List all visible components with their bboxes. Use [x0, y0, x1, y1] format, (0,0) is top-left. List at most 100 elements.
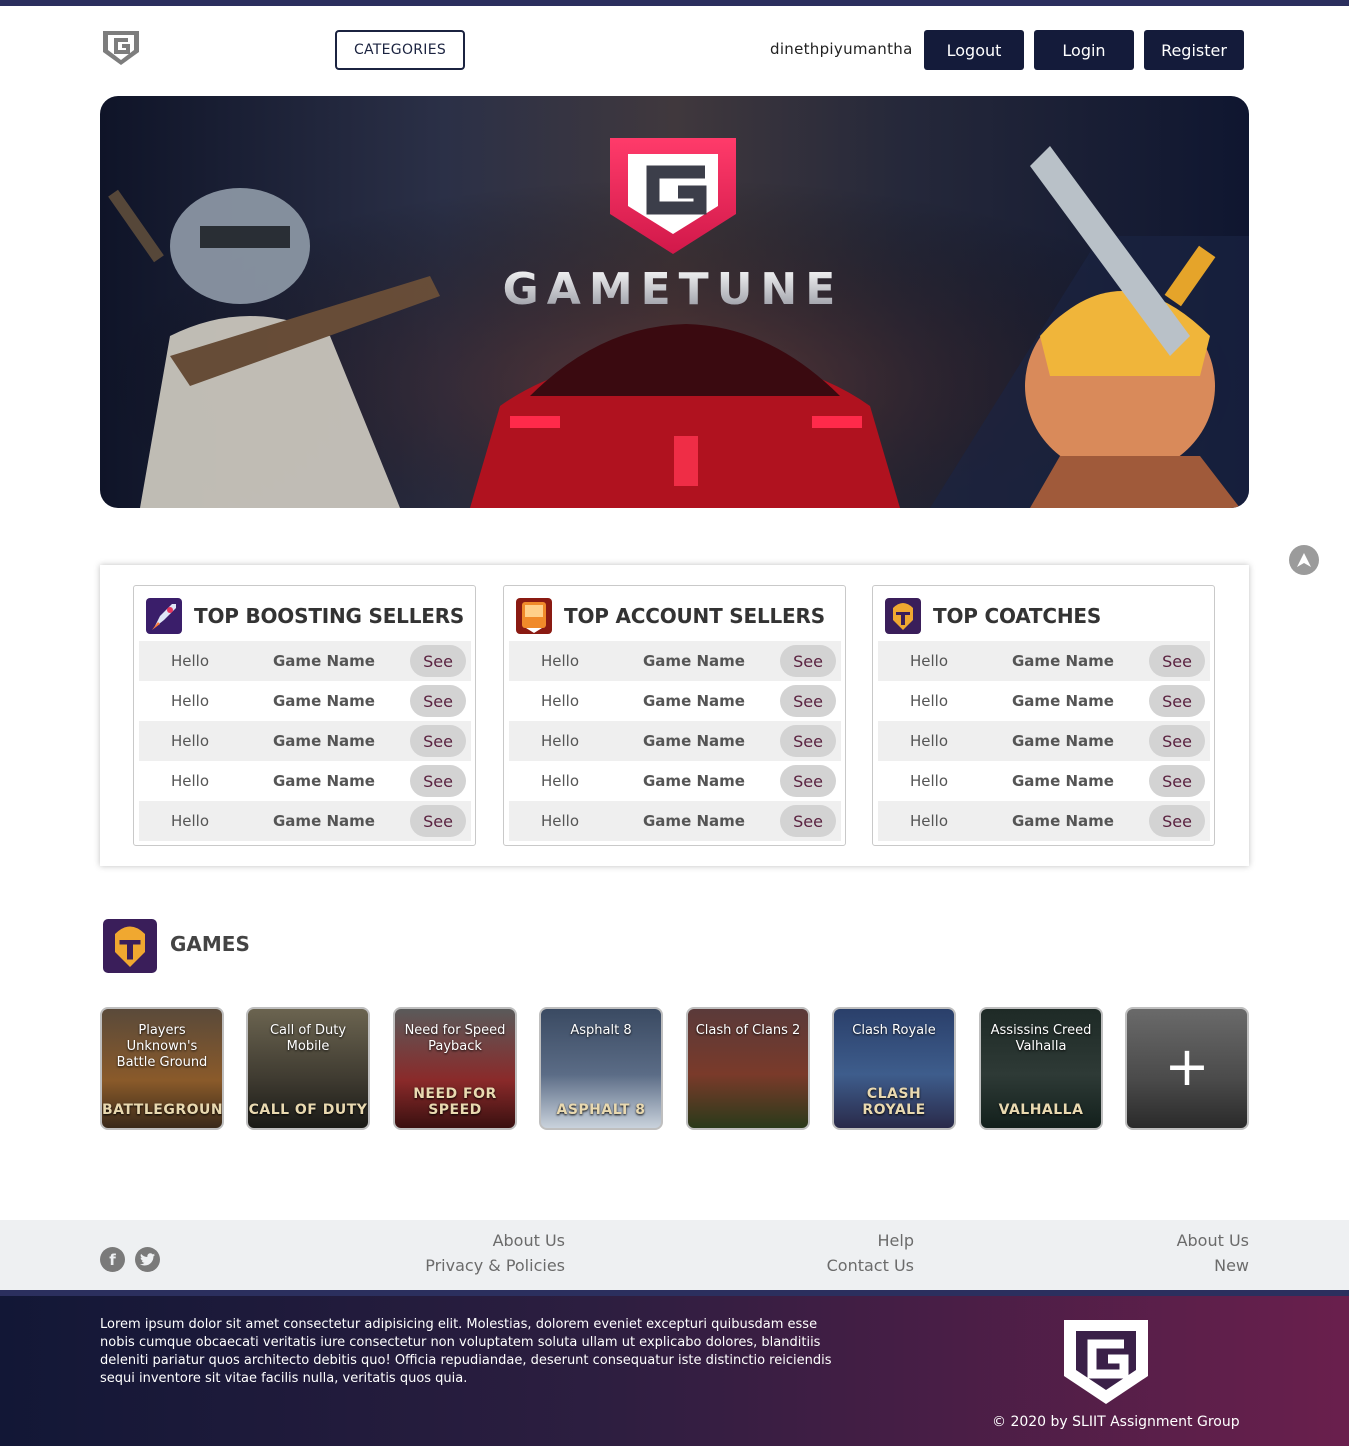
copyright-text: © 2020 by SLIIT Assignment Group — [992, 1414, 1240, 1430]
row-label: Hello — [171, 812, 210, 830]
see-button[interactable]: See — [1149, 685, 1205, 717]
row-game-name: Game Name — [273, 732, 375, 750]
see-button[interactable]: See — [1149, 725, 1205, 757]
row-game-name: Game Name — [273, 692, 375, 710]
header: CATEGORIES dinethpiyumantha Logout Login… — [0, 6, 1349, 90]
row-game-name: Game Name — [643, 692, 745, 710]
see-button[interactable]: See — [780, 645, 836, 677]
row-label: Hello — [910, 732, 949, 750]
game-art-text: ASPHALT 8 — [556, 1102, 646, 1118]
row-label: Hello — [171, 652, 210, 670]
table-row: Hello Game Name See — [139, 801, 471, 841]
table-row: Hello Game Name See — [509, 681, 841, 721]
footer-link-about-us[interactable]: About Us — [493, 1231, 565, 1250]
row-label: Hello — [541, 772, 580, 790]
categories-button[interactable]: CATEGORIES — [335, 30, 465, 70]
username-label: dinethpiyumantha — [770, 40, 913, 58]
game-art-text: NEED FOR SPEED — [413, 1086, 497, 1118]
footer-description: Lorem ipsum dolor sit amet consectetur a… — [100, 1317, 832, 1386]
see-button[interactable]: See — [1149, 805, 1205, 837]
row-label: Hello — [171, 732, 210, 750]
card-title: TOP COATCHES — [933, 604, 1102, 628]
game-card-need-for-speed[interactable]: Need for Speed Payback NEED FOR SPEED — [393, 1007, 517, 1130]
top-boosting-sellers-card: TOP BOOSTING SELLERS Hello Game Name See H… — [133, 585, 476, 846]
game-art-text: BATTLEGROUNDS — [102, 1102, 224, 1118]
game-name: Assissins Creed Valhalla — [990, 1023, 1092, 1054]
footer-link-help[interactable]: Help — [878, 1231, 914, 1250]
see-button[interactable]: See — [410, 725, 466, 757]
arrow-up-icon — [1297, 553, 1311, 567]
table-row: Hello Game Name See — [509, 641, 841, 681]
table-row: Hello Game Name See — [139, 681, 471, 721]
hero-brand-text: GAMETUNE — [503, 264, 844, 315]
card-title: TOP BOOSTING SELLERS — [194, 604, 465, 628]
more-games-button[interactable]: + — [1125, 1007, 1249, 1130]
gametune-logo[interactable] — [100, 26, 142, 68]
row-label: Hello — [171, 692, 210, 710]
row-game-name: Game Name — [273, 812, 375, 830]
row-game-name: Game Name — [643, 652, 745, 670]
row-game-name: Game Name — [1012, 732, 1114, 750]
game-card-clash-of-clans[interactable]: Clash of Clans 2 — [686, 1007, 810, 1130]
row-game-name: Game Name — [273, 772, 375, 790]
table-row: Hello Game Name See — [509, 721, 841, 761]
plus-icon: + — [1164, 1035, 1210, 1098]
see-button[interactable]: See — [410, 685, 466, 717]
table-row: Hello Game Name See — [878, 801, 1210, 841]
row-game-name: Game Name — [643, 732, 745, 750]
footer-link-contact-us[interactable]: Contact Us — [827, 1256, 914, 1275]
top-coatches-card: TOP COATCHES Hello Game Name See Hello Game… — [872, 585, 1215, 846]
footer-link-new[interactable]: New — [1214, 1256, 1249, 1275]
trophy-icon — [516, 598, 552, 634]
see-button[interactable]: See — [1149, 645, 1205, 677]
game-art-text: CLASH ROYALE — [862, 1086, 926, 1118]
see-button[interactable]: See — [780, 805, 836, 837]
see-button[interactable]: See — [1149, 765, 1205, 797]
game-art-text: VALHALLA — [998, 1102, 1084, 1118]
games-title: GAMES — [170, 932, 250, 956]
footer-link-about-us-2[interactable]: About Us — [1177, 1231, 1249, 1250]
see-button[interactable]: See — [780, 685, 836, 717]
table-row: Hello Game Name See — [509, 761, 841, 801]
row-label: Hello — [541, 732, 580, 750]
hero-banner: GAMETUNE — [100, 96, 1249, 508]
logout-button[interactable]: Logout — [924, 30, 1024, 70]
gametune-footer-logo — [1064, 1320, 1148, 1404]
row-label: Hello — [910, 652, 949, 670]
footer-bottom: Lorem ipsum dolor sit amet consectetur a… — [0, 1290, 1349, 1446]
see-button[interactable]: See — [410, 765, 466, 797]
game-card-call-of-duty[interactable]: Call of Duty Mobile CALL OF DUTY — [246, 1007, 370, 1130]
game-name: Clash Royale — [852, 1023, 936, 1038]
table-row: Hello Game Name See — [139, 641, 471, 681]
game-name: Asphalt 8 — [570, 1023, 632, 1038]
scroll-to-top-button[interactable] — [1289, 545, 1319, 575]
see-button[interactable]: See — [780, 765, 836, 797]
row-label: Hello — [541, 812, 580, 830]
see-button[interactable]: See — [410, 805, 466, 837]
game-card-clash-royale[interactable]: Clash Royale CLASH ROYALE — [832, 1007, 956, 1130]
row-label: Hello — [171, 772, 210, 790]
game-name: Players Unknown's Battle Ground — [116, 1023, 208, 1070]
game-name: Need for Speed Payback — [404, 1023, 506, 1054]
top-sellers-panel: TOP BOOSTING SELLERS Hello Game Name See H… — [100, 565, 1249, 866]
twitter-icon[interactable] — [135, 1247, 160, 1272]
row-label: Hello — [541, 652, 580, 670]
game-card-pubg[interactable]: Players Unknown's Battle Ground BATTLEGR… — [100, 1007, 224, 1130]
game-card-asphalt-8[interactable]: Asphalt 8 ASPHALT 8 — [539, 1007, 663, 1130]
game-name: Clash of Clans 2 — [695, 1023, 801, 1038]
rocket-icon — [146, 598, 182, 634]
row-label: Hello — [910, 692, 949, 710]
register-button[interactable]: Register — [1144, 30, 1244, 70]
knight-helmet-icon — [885, 598, 921, 634]
facebook-icon[interactable]: f — [100, 1247, 125, 1272]
footer-link-privacy-policies[interactable]: Privacy & Policies — [425, 1256, 565, 1275]
table-row: Hello Game Name See — [139, 761, 471, 801]
game-card-assassins-creed[interactable]: Assissins Creed Valhalla VALHALLA — [979, 1007, 1103, 1130]
see-button[interactable]: See — [410, 645, 466, 677]
game-art-text: CALL OF DUTY — [248, 1102, 368, 1118]
top-account-sellers-card: TOP ACCOUNT SELLERS Hello Game Name See He… — [503, 585, 846, 846]
row-game-name: Game Name — [1012, 692, 1114, 710]
see-button[interactable]: See — [780, 725, 836, 757]
login-button[interactable]: Login — [1034, 30, 1134, 70]
table-row: Hello Game Name See — [878, 641, 1210, 681]
